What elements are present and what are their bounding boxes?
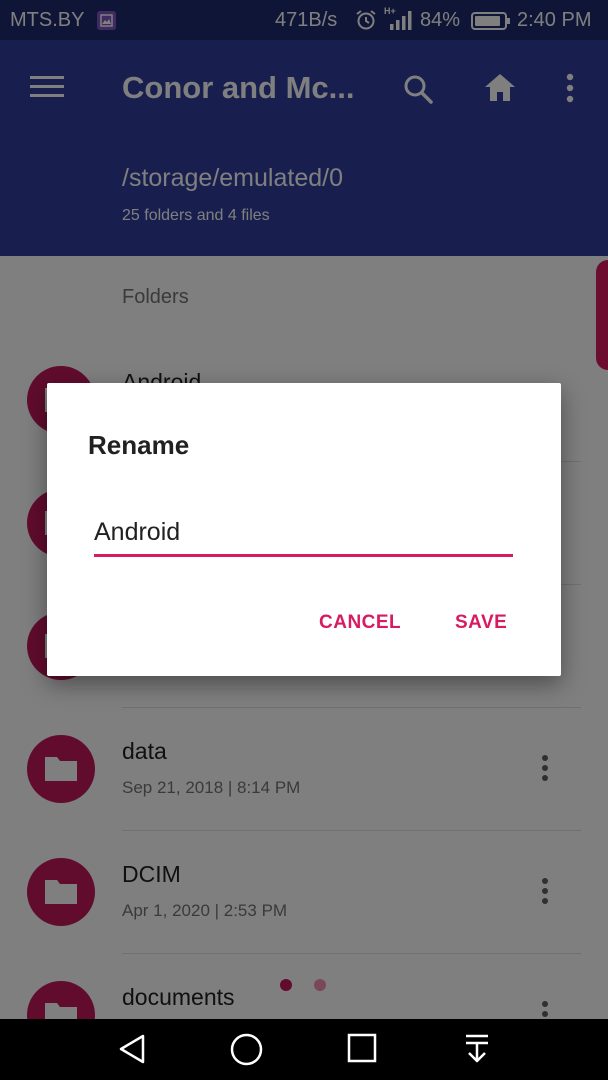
rename-input[interactable] — [94, 511, 513, 557]
rename-dialog: Rename CANCEL SAVE — [47, 383, 561, 676]
back-icon[interactable] — [117, 1033, 147, 1070]
cancel-button[interactable]: CANCEL — [319, 612, 401, 634]
recents-icon[interactable] — [347, 1033, 377, 1068]
notification-pull-icon[interactable] — [462, 1033, 492, 1070]
home-circle-icon[interactable] — [230, 1033, 263, 1071]
navigation-bar — [0, 1019, 608, 1080]
dialog-title: Rename — [88, 430, 190, 460]
save-button[interactable]: SAVE — [455, 612, 507, 634]
